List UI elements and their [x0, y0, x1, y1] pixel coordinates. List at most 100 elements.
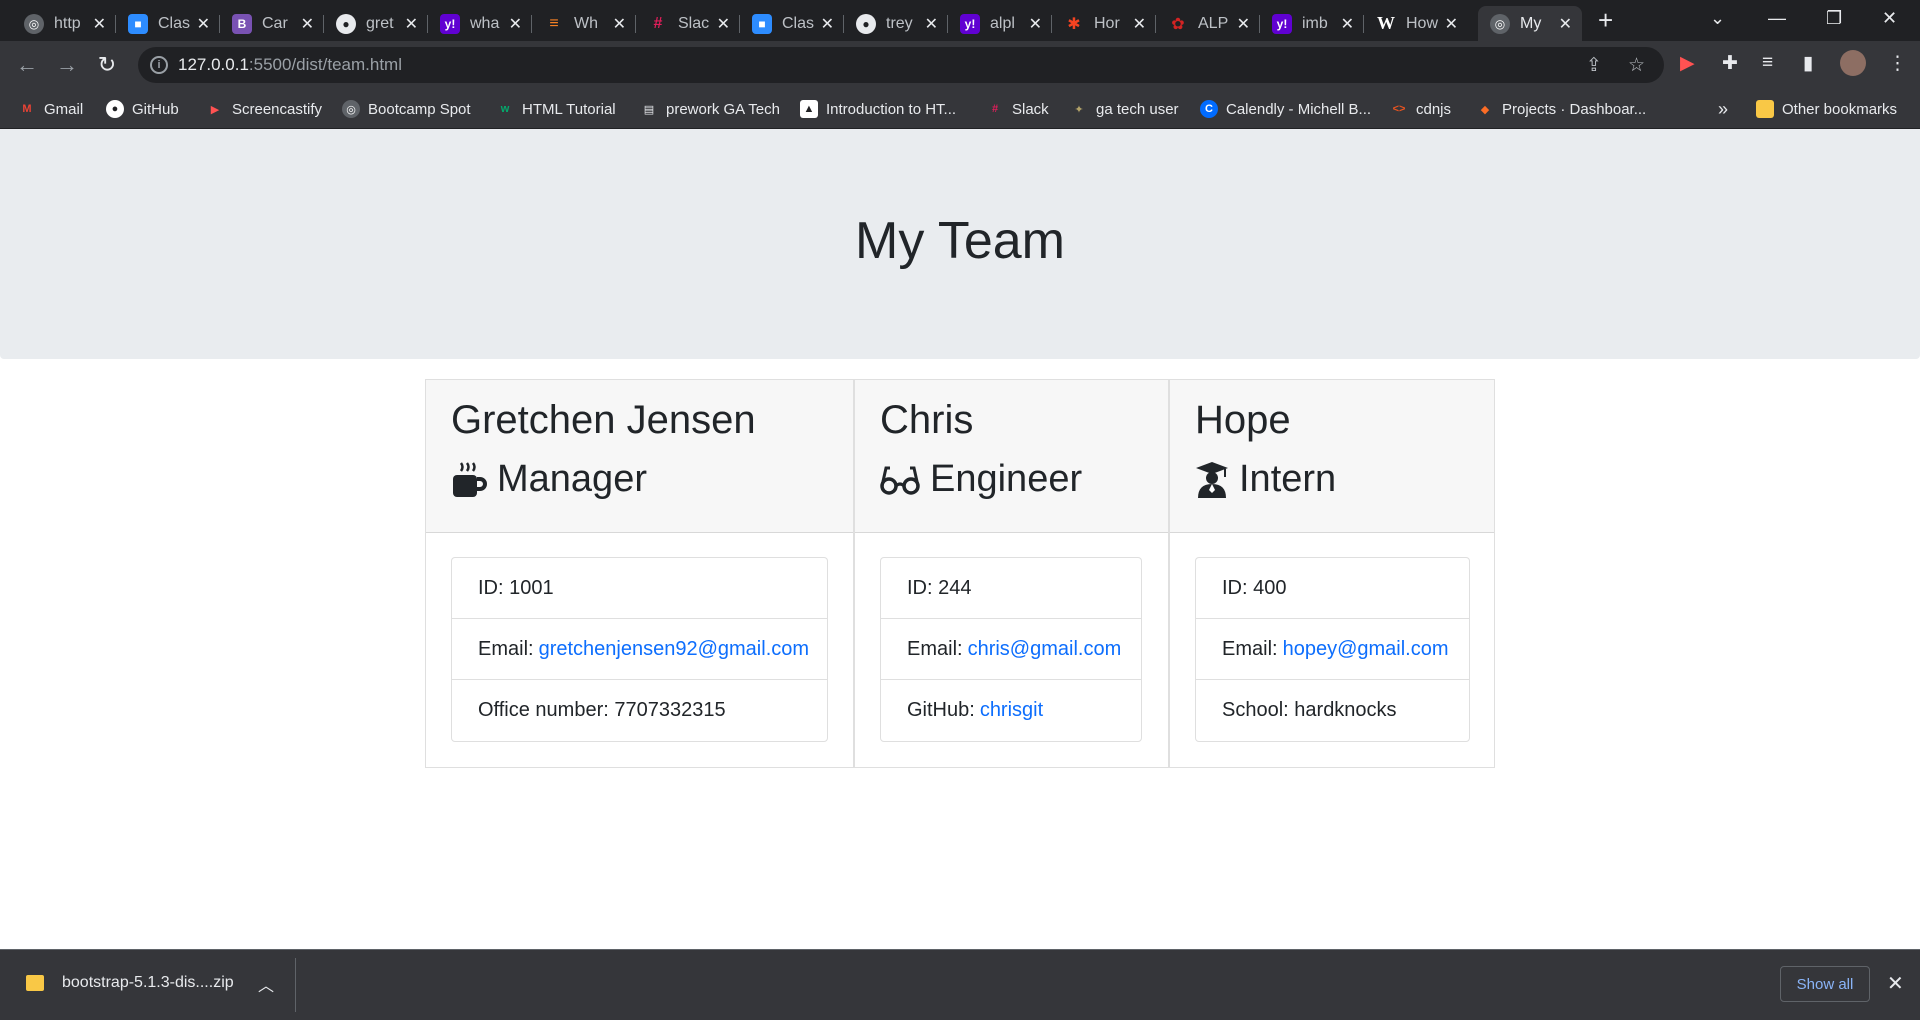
joomla-icon: ✱	[1067, 15, 1081, 33]
tab-title: ALP	[1198, 14, 1229, 32]
address-bar[interactable]: i 127.0.0.1:5500/dist/team.html ⇪ ☆	[138, 47, 1664, 83]
zoom-icon: ■	[752, 13, 772, 34]
bookmarks-overflow-button[interactable]: »	[1718, 89, 1728, 129]
bookmark-gmail[interactable]: M Gmail	[18, 89, 83, 129]
minimize-icon[interactable]: —	[1768, 8, 1786, 29]
page-viewport: My Team Gretchen Jensen Manager ID: 1001…	[0, 129, 1920, 949]
browser-tab[interactable]: y! imb ✕	[1260, 6, 1364, 41]
employee-name: Gretchen Jensen	[451, 398, 756, 442]
browser-tab[interactable]: y! alpl ✕	[948, 6, 1052, 41]
other-bookmarks[interactable]: Other bookmarks	[1756, 89, 1897, 129]
browser-tab[interactable]: ✱ Hor ✕	[1052, 6, 1156, 41]
screencastify-extension-icon[interactable]: ▶	[1680, 52, 1695, 75]
close-icon[interactable]: ✕	[821, 14, 834, 34]
close-icon[interactable]: ✕	[925, 14, 938, 34]
close-icon[interactable]: ✕	[1133, 14, 1146, 34]
bookmark-screencastify[interactable]: ▶ Screencastify	[206, 89, 322, 129]
back-arrow-icon[interactable]: ←	[13, 51, 41, 79]
w3schools-icon: w	[500, 103, 510, 115]
close-icon[interactable]: ✕	[1445, 14, 1458, 34]
bookmark-slack[interactable]: # Slack	[986, 89, 1049, 129]
tab-title: How	[1406, 14, 1439, 32]
employee-id: ID: 244	[881, 558, 1141, 619]
browser-tab[interactable]: W How ✕	[1364, 6, 1468, 41]
restore-icon[interactable]: ❐	[1826, 8, 1842, 29]
close-icon[interactable]: ✕	[613, 14, 626, 34]
close-icon[interactable]: ✕	[1559, 14, 1572, 34]
card-header: Chris Engineer	[855, 380, 1168, 533]
browser-tab[interactable]: ■ Clas ✕	[740, 6, 844, 41]
employee-id: ID: 1001	[452, 558, 827, 619]
browser-tab[interactable]: ≡ Wh ✕	[532, 6, 636, 41]
browser-tab[interactable]: ● trey ✕	[844, 6, 948, 41]
bootstrap-icon: B	[232, 13, 252, 34]
extensions-puzzle-icon[interactable]: ✚	[1722, 52, 1738, 75]
zoom-icon: ■	[128, 13, 148, 34]
browser-tab[interactable]: B Car ✕	[220, 6, 324, 41]
chevron-up-icon[interactable]: ︿	[258, 972, 274, 996]
side-panel-icon[interactable]: ▮	[1803, 52, 1813, 75]
close-window-icon[interactable]: ✕	[1882, 8, 1897, 29]
reload-icon[interactable]: ↻	[93, 51, 121, 79]
email-link[interactable]: hopey@gmail.com	[1283, 638, 1449, 661]
employee-github: GitHub: chrisgit	[907, 699, 1044, 722]
employee-name: Hope	[1195, 398, 1291, 442]
download-item[interactable]: bootstrap-5.1.3-dis....zip	[26, 974, 234, 992]
browser-tab[interactable]: ● gret ✕	[324, 6, 428, 41]
browser-tab[interactable]: ✿ ALP ✕	[1156, 6, 1260, 41]
close-icon[interactable]: ✕	[197, 14, 210, 34]
forward-arrow-icon[interactable]: →	[53, 51, 81, 79]
close-icon[interactable]: ✕	[1887, 971, 1904, 996]
bookmark-html-tutorial[interactable]: w HTML Tutorial	[496, 89, 616, 129]
github-icon: ●	[106, 100, 124, 118]
github-link[interactable]: chrisgit	[980, 699, 1043, 722]
new-tab-button[interactable]: +	[1598, 7, 1613, 33]
media-control-icon[interactable]: ≡	[1762, 52, 1773, 74]
email-link[interactable]: chris@gmail.com	[968, 638, 1122, 661]
browser-tab[interactable]: # Slac ✕	[636, 6, 740, 41]
employee-role: Engineer	[880, 458, 1082, 501]
tab-title: wha	[470, 14, 500, 32]
close-icon[interactable]: ✕	[717, 14, 730, 34]
show-all-button[interactable]: Show all	[1780, 966, 1870, 1002]
employee-name: Chris	[880, 398, 974, 442]
site-info-icon[interactable]: i	[150, 56, 168, 74]
close-icon[interactable]: ✕	[1029, 14, 1042, 34]
bookmark-star-icon[interactable]: ☆	[1628, 54, 1645, 77]
browser-tab[interactable]: ◎ http ✕	[12, 6, 116, 41]
employee-office-number: Office number: 7707332315	[478, 699, 726, 721]
bookmark-calendly[interactable]: C Calendly - Michell B...	[1200, 89, 1371, 129]
bookmark-prework[interactable]: ▤ prework GA Tech	[640, 89, 780, 129]
close-icon[interactable]: ✕	[405, 14, 418, 34]
employee-email: Email: chris@gmail.com	[881, 619, 1141, 680]
avatar[interactable]	[1840, 50, 1866, 76]
stackoverflow-icon: ≡	[549, 14, 559, 32]
browser-tab-active[interactable]: ◎ My ✕	[1478, 6, 1582, 41]
employee-card-manager: Gretchen Jensen Manager ID: 1001 Email: g…	[425, 379, 854, 768]
jumbotron-header: My Team	[0, 129, 1920, 359]
close-icon[interactable]: ✕	[93, 14, 106, 34]
more-menu-icon[interactable]: ⋮	[1888, 52, 1907, 75]
close-icon[interactable]: ✕	[509, 14, 522, 34]
bookmark-github[interactable]: ● GitHub	[106, 89, 179, 129]
close-icon[interactable]: ✕	[301, 14, 314, 34]
employee-details-list: ID: 1001 Email: gretchenjensen92@gmail.co…	[451, 557, 828, 742]
tab-strip: ◎ http ✕ ■ Clas ✕ B Car ✕ ● gret ✕ y! wh…	[0, 0, 1920, 41]
bookmark-intro-html[interactable]: ▲ Introduction to HT...	[800, 89, 956, 129]
zip-file-icon	[26, 975, 44, 991]
tab-search-icon[interactable]: ⌄	[1710, 8, 1725, 29]
close-icon[interactable]: ✕	[1341, 14, 1354, 34]
employee-role: Intern	[1195, 458, 1336, 501]
book-icon: ▤	[643, 103, 655, 116]
bookmark-bootcamp-spot[interactable]: ◎ Bootcamp Spot	[342, 89, 471, 129]
bookmark-cdnjs[interactable]: <> cdnjs	[1390, 89, 1451, 129]
bookmark-gitlab-projects[interactable]: ◆ Projects · Dashboar...	[1476, 89, 1646, 129]
close-icon[interactable]: ✕	[1237, 14, 1250, 34]
browser-tab[interactable]: ■ Clas ✕	[116, 6, 220, 41]
share-icon[interactable]: ⇪	[1586, 54, 1602, 77]
slack-icon: #	[991, 103, 999, 115]
browser-tab[interactable]: y! wha ✕	[428, 6, 532, 41]
email-link[interactable]: gretchenjensen92@gmail.com	[539, 638, 809, 661]
bookmark-ga-tech-user[interactable]: ✦ ga tech user	[1070, 89, 1178, 129]
globe-icon: ◎	[1490, 13, 1510, 34]
